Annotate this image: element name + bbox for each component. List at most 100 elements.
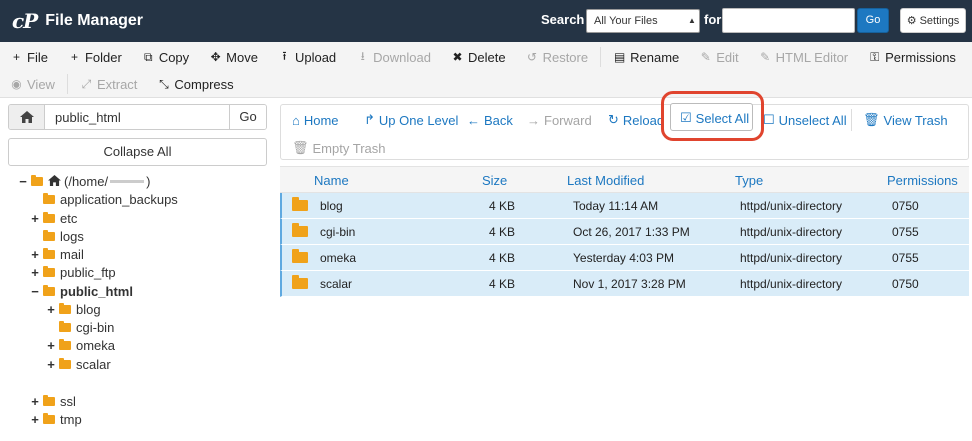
table-row[interactable]: scalar 4 KB Nov 1, 2017 3:28 PM httpd/unix-… — [280, 271, 969, 297]
cell-perms: 0755 — [892, 225, 919, 239]
cell-name: omeka — [320, 251, 357, 265]
table-row[interactable]: omeka 4 KB Yesterday 4:03 PM httpd/unix-dir… — [280, 245, 969, 271]
path-input[interactable]: public_html — [45, 105, 229, 129]
search-scope-select[interactable]: All Your Files ▲ — [586, 9, 700, 33]
column-header-modified[interactable]: Last Modified — [567, 173, 644, 188]
forward-label: Forward — [544, 112, 592, 128]
arrow-right-icon: → — [527, 112, 540, 128]
restore-icon: ↺ — [527, 50, 538, 64]
tree-item[interactable]: + ssl — [30, 392, 76, 410]
folder-icon — [292, 275, 308, 289]
eye-icon: ◉ — [11, 77, 22, 91]
empty-trash-label: Empty Trash — [312, 140, 386, 156]
pencil-icon: ✎ — [700, 50, 711, 64]
table-row[interactable]: cgi-bin 4 KB Oct 26, 2017 1:33 PM httpd/uni… — [280, 219, 969, 245]
toolbar-extract-button[interactable]: ⤢ Extract — [70, 77, 147, 92]
collapse-icon[interactable]: − — [18, 174, 28, 189]
table-row[interactable]: blog 4 KB Today 11:14 AM httpd/unix-directo… — [280, 193, 969, 219]
column-header-size[interactable]: Size — [482, 173, 507, 188]
tree-item[interactable]: application_backups — [30, 190, 178, 208]
upload-icon: ⭱ — [282, 48, 287, 63]
collapse-icon[interactable]: − — [30, 284, 40, 299]
column-header-permissions[interactable]: Permissions — [887, 173, 958, 188]
tree-item[interactable]: + etc — [30, 209, 77, 227]
reload-button[interactable]: ↻ Reload — [608, 111, 664, 129]
toolbar-delete-button[interactable]: ✖ Delete — [441, 50, 516, 65]
tree-item[interactable]: + blog — [46, 300, 100, 318]
toolbar-label: Rename — [630, 49, 680, 65]
tree-item-label: omeka — [76, 337, 116, 353]
forward-button[interactable]: → Forward — [527, 111, 592, 129]
expand-icon[interactable]: + — [46, 302, 56, 317]
folder-icon — [59, 302, 71, 314]
toolbar-divider — [600, 47, 602, 67]
move-icon: ✥ — [210, 50, 221, 64]
path-go-button[interactable]: Go — [229, 105, 266, 129]
home-icon[interactable] — [9, 105, 45, 129]
toolbar-download-button[interactable]: ⭳ Download — [346, 47, 441, 68]
toolbar-upload-button[interactable]: ⭱ Upload — [268, 47, 346, 68]
toolbar-copy-button[interactable]: ⧉ Copy — [132, 50, 199, 65]
for-label: for — [704, 12, 722, 27]
select-all-button[interactable]: ☑ Select All — [670, 103, 753, 131]
search-input[interactable] — [722, 8, 855, 33]
tree-item[interactable]: logs — [30, 227, 84, 245]
tree-item[interactable]: − public_html — [30, 282, 133, 300]
expand-icon[interactable]: + — [30, 247, 40, 262]
home-nav-button[interactable]: ⌂ Home — [292, 111, 339, 129]
tree-item[interactable]: + public_ftp — [30, 263, 115, 281]
column-header-type[interactable]: Type — [735, 173, 763, 188]
view-trash-button[interactable]: 🗑 View Trash — [863, 111, 948, 129]
unselect-all-button[interactable]: ☐ Unselect All — [763, 111, 847, 129]
file-icon: ▤ — [613, 50, 626, 64]
folder-icon — [43, 412, 55, 424]
up-one-level-button[interactable]: ↱ Up One Level — [364, 111, 458, 129]
tree-item[interactable]: + tmp — [30, 410, 81, 428]
app-title: File Manager — [45, 12, 144, 29]
tree-item[interactable]: cgi-bin — [46, 318, 114, 336]
toolbar-label: Delete — [468, 49, 506, 65]
toolbar-view-button[interactable]: ◉ View — [0, 77, 65, 92]
toolbar-label: View — [27, 76, 55, 92]
cell-size: 4 KB — [489, 199, 516, 213]
column-header-name[interactable]: Name — [314, 173, 349, 188]
toolbar-file-button[interactable]: + File — [0, 50, 58, 65]
expand-icon[interactable]: + — [30, 394, 40, 409]
toolbar-label: Upload — [294, 49, 337, 65]
html-edit-icon: ✎ — [760, 50, 771, 64]
expand-icon[interactable]: + — [30, 412, 40, 427]
cpanel-logo[interactable]: cP — [12, 9, 38, 33]
toolbar-compress-button[interactable]: ⤡ Compress — [147, 77, 243, 92]
toolbar-edit-button[interactable]: ✎ Edit — [689, 50, 748, 65]
folder-icon — [59, 338, 71, 350]
search-go-button[interactable]: Go — [857, 8, 889, 33]
expand-icon[interactable]: + — [30, 211, 40, 226]
back-button[interactable]: ← Back — [467, 111, 513, 129]
settings-button[interactable]: ⚙ Settings — [900, 8, 966, 33]
tree-item[interactable]: + mail — [30, 245, 84, 263]
left-panel: public_html Go Collapse All — [8, 104, 267, 166]
brand: cP File Manager — [12, 9, 143, 33]
empty-trash-button[interactable]: 🗑 Empty Trash — [292, 139, 385, 157]
search-label: Search — [541, 12, 585, 27]
tree-item[interactable]: − (/home/) — [18, 172, 150, 190]
unselect-all-label: Unselect All — [778, 112, 847, 128]
trash-icon: 🗑 — [863, 112, 880, 127]
toolbar-restore-button[interactable]: ↺ Restore — [516, 50, 599, 65]
toolbar-folder-button[interactable]: + Folder — [58, 50, 132, 65]
tree-item[interactable]: + scalar — [46, 355, 110, 373]
file-table: Name Size Last Modified Type Permissions… — [280, 166, 969, 297]
expand-icon[interactable]: + — [46, 357, 56, 372]
collapse-all-button[interactable]: Collapse All — [8, 138, 267, 166]
toolbar-html-editor-button[interactable]: ✎ HTML Editor — [749, 50, 858, 65]
expand-icon[interactable]: + — [30, 265, 40, 280]
toolbar-move-button[interactable]: ✥ Move — [199, 50, 268, 65]
table-header: Name Size Last Modified Type Permissions — [280, 166, 969, 193]
toolbar-rename-button[interactable]: ▤ Rename — [603, 50, 689, 65]
toolbar-permissions-button[interactable]: ⚿ Permissions — [858, 50, 966, 65]
expand-icon[interactable]: + — [46, 338, 56, 353]
cell-name: scalar — [320, 277, 353, 291]
tree-item[interactable]: + omeka — [46, 336, 115, 354]
tree-item-label: ssl — [60, 393, 76, 409]
download-icon: ⭳ — [360, 48, 365, 63]
